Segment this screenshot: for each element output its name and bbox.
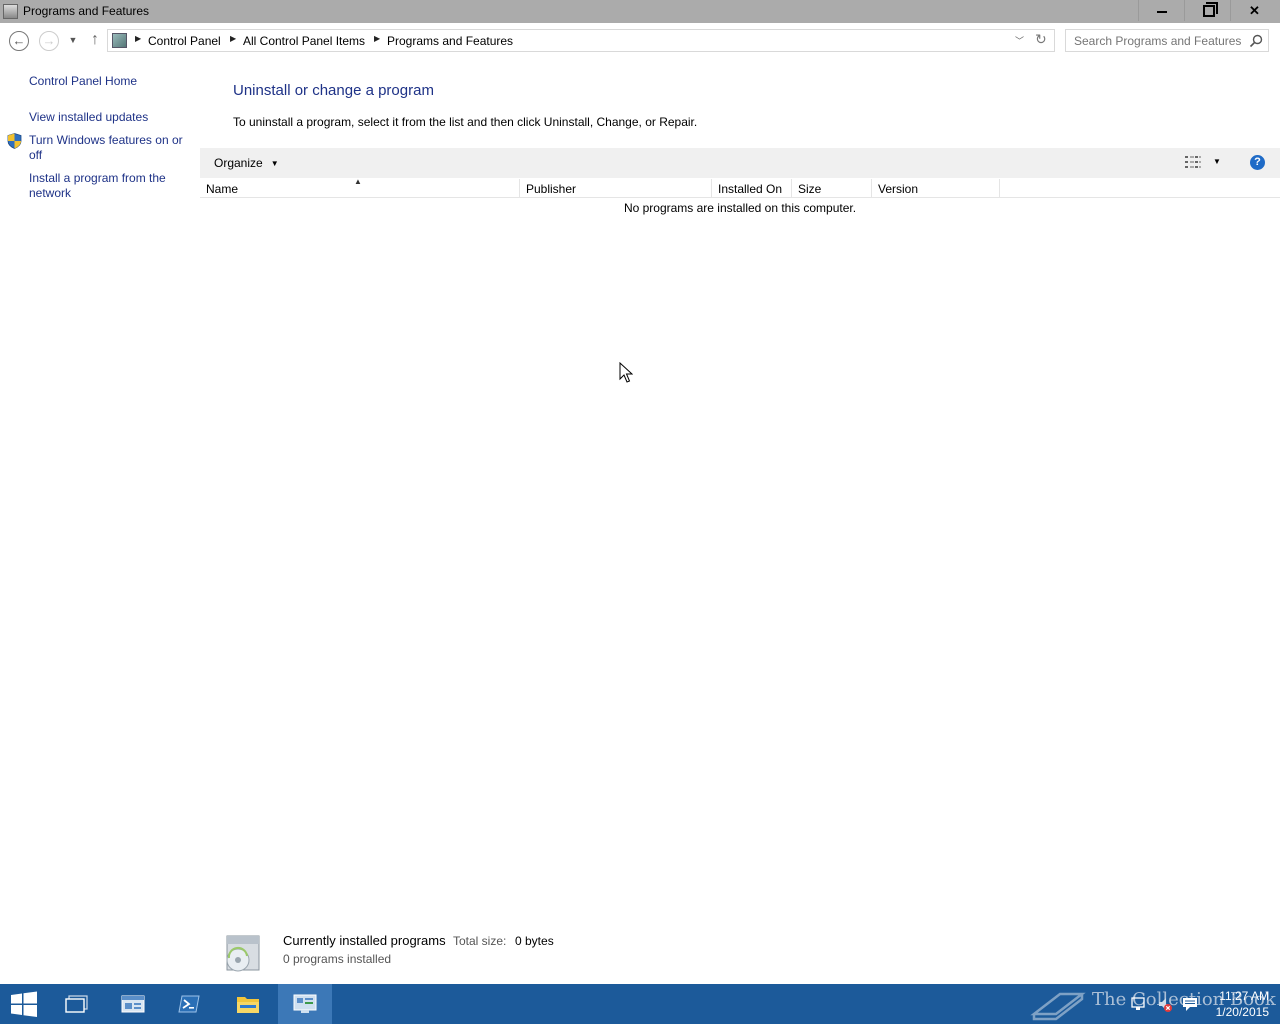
breadcrumb-control-panel[interactable]: Control Panel: [148, 34, 221, 48]
file-explorer-button[interactable]: [220, 984, 274, 1024]
view-options-dropdown[interactable]: ▼: [1213, 157, 1221, 166]
programs-count: 0 programs installed: [283, 952, 392, 966]
search-box[interactable]: [1065, 29, 1269, 52]
empty-list-message: No programs are installed on this comput…: [623, 201, 857, 215]
action-center-icon[interactable]: [1182, 996, 1198, 1012]
control-panel-icon: [112, 33, 127, 48]
turn-windows-features-link[interactable]: Turn Windows features on or off: [29, 133, 194, 163]
help-icon[interactable]: ?: [1250, 155, 1265, 170]
column-headers: Name ▲ Publisher Installed On Size Versio…: [200, 177, 1280, 198]
column-header-installed-on[interactable]: Installed On: [712, 179, 792, 198]
task-view-button[interactable]: [50, 984, 104, 1024]
details-pane: Currently installed programs Total size:…: [200, 920, 1280, 984]
left-pane: Control Panel Home View installed update…: [0, 59, 200, 984]
clock-date: 1/20/2015: [1215, 1005, 1269, 1019]
column-header-publisher[interactable]: Publisher: [520, 179, 712, 198]
page-title: Uninstall or change a program: [233, 82, 434, 99]
server-manager-button[interactable]: [106, 984, 160, 1024]
recent-locations-dropdown[interactable]: ▼: [63, 31, 83, 51]
search-input[interactable]: [1066, 30, 1244, 51]
forward-button[interactable]: →: [39, 31, 59, 51]
install-from-network-link[interactable]: Install a program from the network: [29, 171, 194, 201]
mouse-cursor-icon: [619, 362, 633, 383]
chevron-right-icon[interactable]: ▶: [230, 34, 236, 43]
powershell-icon: [178, 995, 200, 1013]
up-button[interactable]: ↑: [85, 31, 105, 51]
window-title: Programs and Features: [23, 4, 150, 18]
breadcrumb-programs-features[interactable]: Programs and Features: [387, 34, 513, 48]
address-history-dropdown[interactable]: ﹀: [1015, 34, 1024, 47]
organize-button[interactable]: Organize ▼: [214, 156, 279, 170]
chevron-right-icon[interactable]: ▶: [135, 34, 141, 43]
server-manager-icon: [121, 995, 145, 1013]
control-panel-taskbar-button[interactable]: [278, 984, 332, 1024]
column-header-name[interactable]: Name ▲: [200, 177, 520, 198]
task-view-icon: [65, 995, 88, 1013]
control-panel-icon: [293, 994, 317, 1013]
total-size-value: 0 bytes: [515, 934, 554, 948]
start-button[interactable]: [0, 984, 54, 1024]
speaker-muted-icon[interactable]: [1157, 996, 1173, 1012]
column-header-version[interactable]: Version: [872, 179, 1000, 198]
minimize-button[interactable]: [1138, 0, 1183, 21]
network-icon[interactable]: [1130, 996, 1146, 1012]
caret-down-icon: ▼: [270, 159, 279, 168]
column-header-size[interactable]: Size: [792, 179, 872, 198]
address-bar[interactable]: ▶ Control Panel ▶ All Control Panel Item…: [107, 29, 1055, 52]
total-size-label: Total size:: [453, 934, 507, 948]
organize-label: Organize: [214, 156, 263, 170]
clock-time: 11:27 AM: [1219, 989, 1269, 1003]
close-button[interactable]: ✕: [1230, 0, 1278, 21]
command-bar: Organize ▼ ▼ ?: [200, 148, 1280, 178]
installer-box-icon: [226, 935, 260, 972]
navigation-bar: ← → ▼ ↑ ▶ Control Panel ▶ All Control Pa…: [0, 23, 1280, 59]
column-label: Name: [206, 182, 239, 196]
sort-ascending-icon: ▲: [354, 177, 362, 186]
control-panel-home-link[interactable]: Control Panel Home: [29, 74, 194, 89]
restore-button[interactable]: [1184, 0, 1229, 21]
back-button[interactable]: ←: [9, 31, 29, 51]
title-bar: Programs and Features ✕: [0, 0, 1280, 23]
taskbar: The Collection Book 11:27 AM 1/20/2015: [0, 984, 1280, 1024]
breadcrumb-all-items[interactable]: All Control Panel Items: [243, 34, 365, 48]
chevron-right-icon[interactable]: ▶: [374, 34, 380, 43]
programs-features-icon: [3, 4, 18, 19]
details-title: Currently installed programs: [283, 933, 446, 948]
system-clock[interactable]: 11:27 AM 1/20/2015: [1205, 988, 1269, 1020]
refresh-icon[interactable]: ↻: [1035, 31, 1047, 48]
change-view-icon[interactable]: [1184, 154, 1202, 170]
windows-logo-icon: [11, 991, 37, 1017]
powershell-button[interactable]: [162, 984, 216, 1024]
page-description: To uninstall a program, select it from t…: [233, 115, 698, 129]
search-icon[interactable]: [1248, 33, 1264, 49]
folder-icon: [237, 997, 259, 1013]
shield-icon: [7, 133, 22, 149]
view-installed-updates-link[interactable]: View installed updates: [29, 110, 194, 125]
